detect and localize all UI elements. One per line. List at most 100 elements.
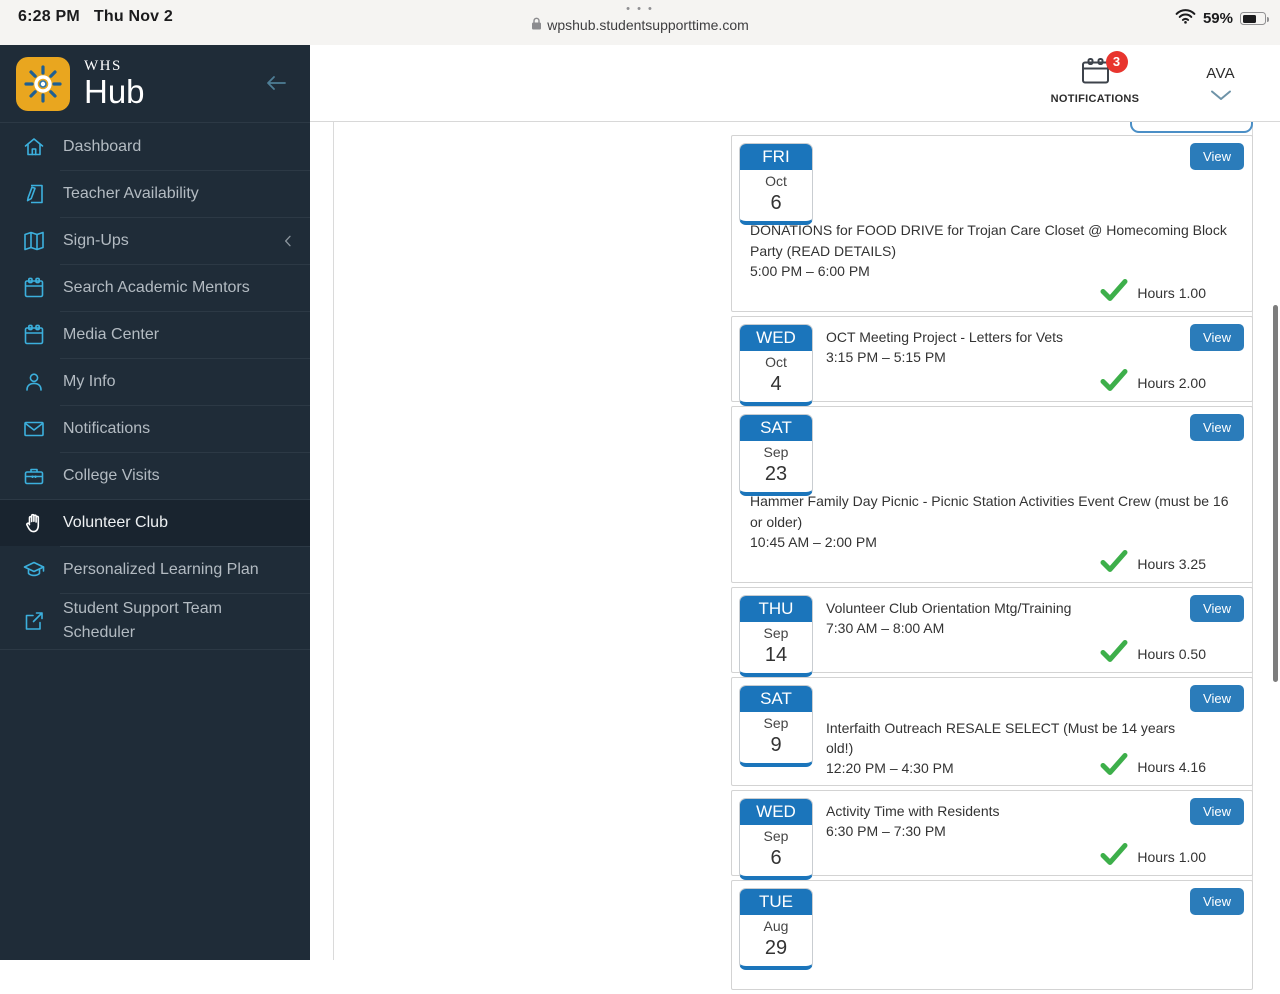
view-button[interactable]: View (1190, 595, 1244, 622)
event-hours: Hours 0.50 (1099, 639, 1206, 662)
hand-icon (22, 511, 46, 535)
date-badge-number: 6 (740, 192, 812, 215)
address-bar[interactable]: wpshub.studentsupporttime.com (531, 17, 749, 33)
ipad-status-bar: 6:28 PM Thu Nov 2 • • • wpshub.studentsu… (0, 0, 1280, 45)
event-text: Volunteer Club Orientation Mtg/Training … (826, 598, 1187, 638)
grad-cap-icon (22, 558, 46, 582)
lock-icon (531, 17, 542, 33)
hours-label: Hours (1137, 849, 1174, 865)
brand-header: WHS Hub (0, 45, 310, 123)
date-badge-day: SAT (740, 686, 812, 712)
sidebar-menu: Dashboard Teacher Availability Sign-Ups … (0, 123, 310, 650)
date-badge-day: SAT (740, 415, 812, 441)
event-list: FRI Oct 6 View DONATIONS for FOOD DRIVE … (731, 135, 1253, 994)
checkmark-icon (1099, 278, 1129, 301)
hours-value: 0.50 (1179, 646, 1206, 662)
sidebar-item-volunteer-club[interactable]: Volunteer Club (0, 499, 310, 546)
event-title: Hammer Family Day Picnic - Picnic Statio… (750, 491, 1230, 532)
sidebar-item-college-visits[interactable]: College Visits (0, 452, 310, 499)
view-button[interactable]: View (1190, 414, 1244, 441)
date-badge-day: FRI (740, 144, 812, 170)
sidebar-item-student-support-team-scheduler[interactable]: Student Support Team Scheduler (0, 593, 310, 649)
sidebar-item-search-academic-mentors[interactable]: Search Academic Mentors (0, 264, 310, 311)
briefcase-icon (22, 464, 46, 488)
event-title: DONATIONS for FOOD DRIVE for Trojan Care… (750, 220, 1230, 261)
brand-whs: WHS (84, 59, 145, 74)
view-button[interactable]: View (1190, 798, 1244, 825)
date-badge: TUE Aug 29 (739, 888, 813, 970)
event-card: WED Sep 6 View Activity Time with Reside… (731, 790, 1253, 876)
sidebar-item-label: Teacher Availability (63, 182, 199, 206)
view-button[interactable]: View (1190, 143, 1244, 170)
teacher-availability-icon (22, 182, 46, 206)
date-badge-month: Oct (740, 173, 812, 189)
event-time: 6:30 PM – 7:30 PM (826, 821, 1187, 841)
sidebar-item-label: My Info (63, 370, 115, 394)
signups-book-icon (22, 229, 46, 253)
vertical-scrollbar[interactable] (1273, 305, 1278, 682)
notification-count-badge: 3 (1106, 51, 1128, 73)
user-menu[interactable]: AVA (1206, 65, 1235, 106)
event-text: Activity Time with Residents 6:30 PM – 7… (826, 801, 1187, 841)
battery-icon (1240, 12, 1266, 25)
main-content: FRI Oct 6 View DONATIONS for FOOD DRIVE … (310, 122, 1280, 960)
calendar-icon (22, 276, 46, 300)
sidebar-item-dashboard[interactable]: Dashboard (0, 123, 310, 170)
checkmark-icon (1099, 752, 1129, 775)
hours-value: 1.00 (1179, 285, 1206, 301)
date-badge-day: WED (740, 325, 812, 351)
date-badge-number: 9 (740, 734, 812, 757)
notifications-button[interactable]: 3 NOTIFICATIONS (1040, 57, 1150, 105)
date-badge-month: Sep (740, 444, 812, 460)
hours-label: Hours (1137, 646, 1174, 662)
event-card: TUE Aug 29 View (731, 880, 1253, 990)
date-badge-month: Sep (740, 828, 812, 844)
date-badge-day: TUE (740, 889, 812, 915)
sidebar-item-teacher-availability[interactable]: Teacher Availability (0, 170, 310, 217)
event-hours: Hours 1.00 (1099, 278, 1206, 301)
sidebar-item-label: Media Center (63, 323, 159, 347)
sidebar-item-personalized-learning-plan[interactable]: Personalized Learning Plan (0, 546, 310, 593)
event-card: WED Oct 4 View OCT Meeting Project - Let… (731, 316, 1253, 402)
date-badge: WED Sep 6 (739, 798, 813, 880)
sidebar-item-label: Dashboard (63, 135, 141, 159)
hours-label: Hours (1137, 759, 1174, 775)
view-button[interactable]: View (1190, 888, 1244, 915)
home-icon (22, 135, 46, 159)
date-badge-number: 4 (740, 373, 812, 396)
hours-label: Hours (1137, 556, 1174, 572)
event-card: THU Sep 14 View Volunteer Club Orientati… (731, 587, 1253, 673)
view-button[interactable]: View (1190, 685, 1244, 712)
hours-value: 4.16 (1179, 759, 1206, 775)
event-card: SAT Sep 23 View Hammer Family Day Picnic… (731, 406, 1253, 583)
date-badge-number: 29 (740, 937, 812, 960)
notifications-label: NOTIFICATIONS (1040, 93, 1150, 105)
event-time: 7:30 AM – 8:00 AM (826, 618, 1187, 638)
checkmark-icon (1099, 549, 1129, 572)
event-hours: Hours 4.16 (1099, 752, 1206, 775)
notifications-calendar-icon: 3 (1080, 57, 1111, 90)
event-card: FRI Oct 6 View DONATIONS for FOOD DRIVE … (731, 135, 1253, 312)
sidebar-item-notifications[interactable]: Notifications (0, 405, 310, 452)
sidebar-collapse-arrow-icon[interactable] (264, 73, 288, 98)
date-badge-month: Oct (740, 354, 812, 370)
date-badge: SAT Sep 23 (739, 414, 813, 496)
sidebar-item-my-info[interactable]: My Info (0, 358, 310, 405)
event-card: SAT Sep 9 View Interfaith Outreach RESAL… (731, 677, 1253, 786)
external-link-icon (22, 609, 46, 633)
date-badge-month: Sep (740, 715, 812, 731)
event-title: Volunteer Club Orientation Mtg/Training (826, 598, 1187, 618)
calendar-icon (22, 323, 46, 347)
event-time: 3:15 PM – 5:15 PM (826, 347, 1187, 367)
view-button[interactable]: View (1190, 324, 1244, 351)
checkmark-icon (1099, 842, 1129, 865)
whs-hub-logo-icon[interactable] (16, 57, 70, 111)
sidebar-item-label: Notifications (63, 417, 150, 441)
event-text: Hammer Family Day Picnic - Picnic Statio… (750, 491, 1230, 553)
hours-label: Hours (1137, 285, 1174, 301)
sidebar-item-sign-ups[interactable]: Sign-Ups (0, 217, 310, 264)
date-badge-number: 6 (740, 847, 812, 870)
date-badge-number: 23 (740, 463, 812, 486)
sidebar-item-media-center[interactable]: Media Center (0, 311, 310, 358)
tab-overview-dots[interactable]: • • • (0, 4, 1280, 14)
